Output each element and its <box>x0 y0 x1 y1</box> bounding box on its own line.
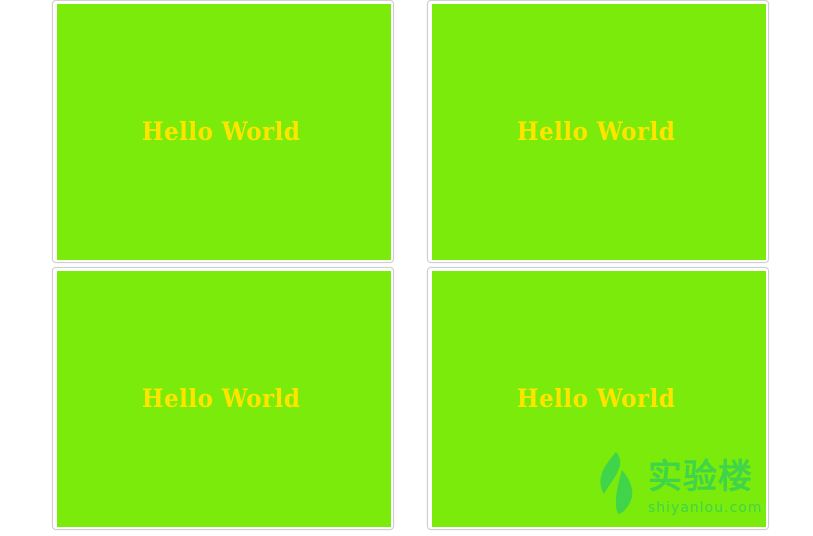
card-grid: Hello World Hello World Hello World Hell… <box>0 0 813 536</box>
hello-text: Hello World <box>516 383 676 413</box>
hello-text: Hello World <box>516 116 676 146</box>
card-panel: Hello World <box>432 4 766 260</box>
hello-text: Hello World <box>141 116 301 146</box>
card-panel: Hello World <box>57 4 391 260</box>
watermark-chinese-text: 实验楼 <box>648 457 753 497</box>
card-panel: Hello World <box>57 271 391 527</box>
leaf-logo-icon <box>600 452 633 514</box>
card-bottom-left: Hello World <box>52 267 394 530</box>
watermark-domain-text: shiyanlou.com <box>648 500 763 516</box>
watermark-logo: 实验楼 shiyanlou.com <box>594 450 774 520</box>
hello-text: Hello World <box>141 383 301 413</box>
card-top-left: Hello World <box>52 0 394 263</box>
card-top-right: Hello World <box>427 0 769 263</box>
